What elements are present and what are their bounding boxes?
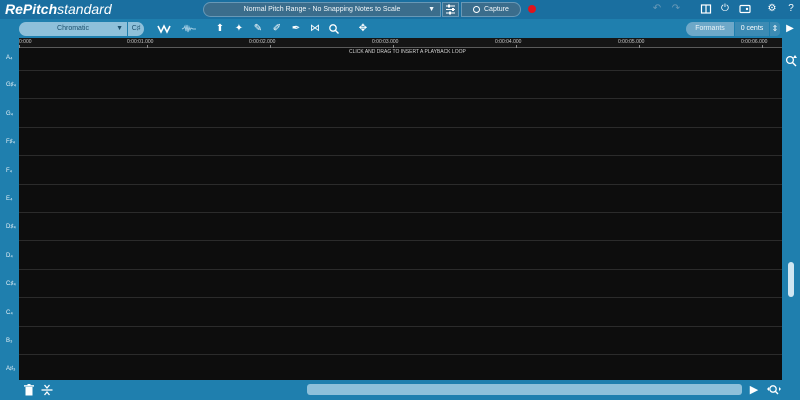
pen-tool-icon[interactable]: ✎ [252,23,264,35]
grid-line [19,127,782,128]
note-label: B₃ [6,338,13,344]
vertical-zoom-icon[interactable] [784,54,798,68]
power-icon[interactable]: ⏻ [719,3,731,15]
time-ruler[interactable]: 0:000 0:00:01.000 0:00:02.000 0:00:03.00… [19,38,782,48]
app-logo: RePitchstandard [5,1,112,17]
smooth-tool-icon[interactable]: ✒ [290,23,302,35]
bottom-bar: ▶ [0,380,800,400]
grid-line [19,70,782,71]
move-tool-icon[interactable]: ✥ [357,23,369,35]
scale-value: Chromatic [57,25,89,32]
chevron-down-icon: ▼ [116,25,123,32]
gear-icon[interactable]: ⚙ [766,3,778,15]
grid-line [19,354,782,355]
undo-icon[interactable]: ↶ [651,3,663,15]
play-selection-icon[interactable]: ▶ [784,23,796,35]
time-tick-label: 0:00:03.000 [372,39,399,45]
grid-line [19,297,782,298]
waveform-view-icon[interactable] [181,23,197,35]
pitch-view-icon[interactable] [157,23,173,35]
pitch-mode-dropdown[interactable]: Normal Pitch Range - No Snapping Notes t… [203,2,441,17]
note-label: G♯₄ [6,82,17,88]
note-label: C♯₄ [6,281,16,287]
title-bar: RePitchstandard Normal Pitch Range - No … [0,0,800,19]
draw-tool-icon[interactable]: ✐ [271,23,283,35]
time-tick-label: 0:00:05.000 [618,39,645,45]
grid-line [19,155,782,156]
key-button[interactable]: C♯ [128,22,144,36]
pitch-editor-grid[interactable]: CLICK AND DRAG TO INSERT A PLAYBACK LOOP [19,48,782,380]
zoom-tool-icon[interactable] [328,23,340,35]
formants-label: Formants [695,25,725,32]
horizontal-zoom-icon[interactable] [766,383,782,397]
grid-line [19,326,782,327]
grid-line [19,184,782,185]
note-label: F♯₄ [6,139,16,145]
snap-to-pitch-icon[interactable] [40,383,54,397]
time-tick-label: 0:00:04.000 [495,39,522,45]
time-tick-label: 0:00:02.000 [249,39,276,45]
right-rail [782,38,800,380]
time-tick-label: 0:000 [19,39,32,45]
note-label: D♯₄ [6,224,16,230]
formants-button[interactable]: Formants [686,22,734,36]
brand-name: RePitch [5,1,58,17]
grid-line [19,269,782,270]
mixer-settings-button[interactable] [442,2,459,17]
chevron-down-icon: ▼ [428,6,435,13]
grid-line [19,98,782,99]
note-label: A₄ [6,55,13,61]
help-icon[interactable]: ? [785,3,797,15]
trash-icon[interactable] [22,383,36,397]
pitch-mode-label: Normal Pitch Range - No Snapping Notes t… [243,6,401,13]
cents-field[interactable]: 0 cents [735,22,769,36]
key-label: C♯ [131,25,141,32]
scale-dropdown[interactable]: Chromatic ▼ [19,22,127,36]
pitch-tool-icon[interactable]: ✦ [233,23,245,35]
redo-icon[interactable]: ↷ [670,3,682,15]
time-tick-label: 0:00:06.000 [741,39,768,45]
cents-value: 0 cents [740,25,764,32]
play-from-cursor-icon[interactable]: ▶ [747,383,761,397]
note-label: E₄ [6,196,13,202]
playback-loop-hint: CLICK AND DRAG TO INSERT A PLAYBACK LOOP [349,49,466,55]
select-tool-icon[interactable]: ⬆ [214,23,226,35]
layout-icon[interactable] [700,3,712,15]
capture-icon [473,6,480,13]
note-label: G₄ [6,111,14,117]
monitor-icon[interactable] [739,3,751,15]
tool-bar: Chromatic ▼ C♯ ⬆ ✦ ✎ ✐ ✒ ⋈ ✥ Formants 0 … [0,19,800,38]
record-icon[interactable] [528,5,536,13]
vertical-scrollbar[interactable] [788,262,794,297]
note-rail: A₄ G♯₄ G₄ F♯₄ F₄ E₄ D♯₄ D₄ C♯₄ C₄ B₃ A♯₃ [0,38,19,380]
note-label: A♯₃ [6,366,16,372]
grid-line [19,240,782,241]
capture-button[interactable]: Capture [461,2,521,17]
capture-label: Capture [484,6,509,13]
cents-stepper[interactable]: ⇕ [770,22,780,36]
note-label: D₄ [6,253,13,259]
horizontal-scrollbar[interactable] [307,384,742,395]
brand-edition: standard [57,1,112,17]
time-tick-label: 0:00:01.000 [127,39,154,45]
note-label: C₄ [6,310,13,316]
note-label: F₄ [6,168,13,174]
grid-line [19,212,782,213]
sliders-icon [446,4,455,15]
split-tool-icon[interactable]: ⋈ [309,23,321,35]
